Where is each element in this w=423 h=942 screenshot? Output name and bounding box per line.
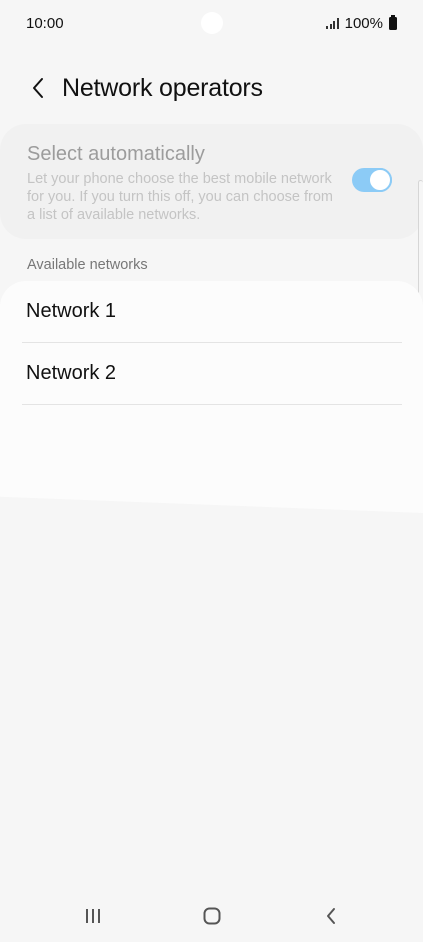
status-time: 10:00 <box>26 14 64 32</box>
recent-apps-button[interactable] <box>73 902 113 930</box>
recent-apps-icon <box>86 909 100 923</box>
network-item-1[interactable]: Network 1 <box>22 281 402 343</box>
navigation-bar <box>0 890 423 942</box>
nav-back-button[interactable] <box>311 902 351 930</box>
network-item-2[interactable]: Network 2 <box>22 343 402 405</box>
select-automatically-toggle[interactable] <box>352 168 392 192</box>
home-button[interactable] <box>192 902 232 930</box>
chevron-left-icon <box>33 78 43 98</box>
status-indicators: 100% <box>326 14 397 32</box>
camera-cutout <box>201 12 223 34</box>
select-automatically-title: Select automatically <box>27 143 205 165</box>
signal-icon <box>326 17 339 29</box>
back-button[interactable] <box>18 68 58 108</box>
network-item-label: Network 1 <box>26 300 117 322</box>
battery-icon <box>389 14 397 30</box>
app-header: Network operators <box>0 62 423 114</box>
select-automatically-description: Let your phone choose the best mobile ne… <box>27 171 334 223</box>
page-title: Network operators <box>62 73 263 102</box>
back-icon <box>327 908 335 924</box>
battery-percent: 100% <box>344 14 383 32</box>
toggle-knob <box>368 168 392 192</box>
home-icon <box>203 907 221 925</box>
network-item-label: Network 2 <box>26 362 117 384</box>
available-networks-header: Available networks <box>27 257 148 273</box>
